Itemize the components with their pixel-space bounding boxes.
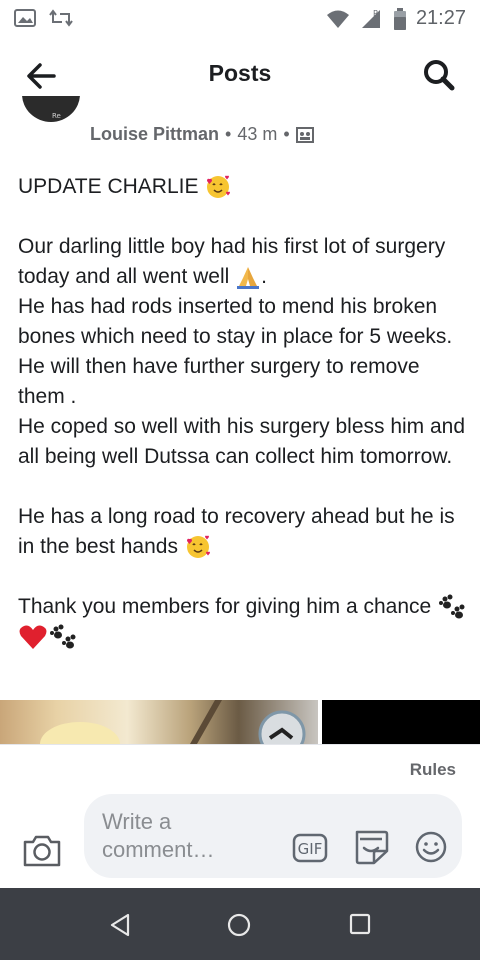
clock-time: 21:27 (415, 7, 466, 29)
divider (0, 744, 480, 745)
post-paragraph: Our darling little boy had his first lot… (18, 232, 468, 292)
author-name[interactable]: Louise Pittman (90, 124, 219, 145)
post-photo[interactable] (322, 700, 480, 744)
post-photos (0, 700, 480, 744)
red-heart-icon (19, 625, 47, 650)
post-paragraph: UPDATE CHARLIE (18, 172, 468, 202)
camera-icon[interactable] (22, 832, 62, 868)
paw-prints-icon (439, 594, 465, 619)
gif-button[interactable]: GIF (292, 832, 328, 864)
page-title: Posts (208, 60, 272, 86)
nav-back-icon[interactable] (108, 912, 134, 938)
nav-recent-apps-icon[interactable] (348, 912, 372, 936)
smiling-face-with-hearts-icon (186, 536, 210, 559)
group-icon (295, 126, 314, 143)
post-paragraph: He has a long road to recovery ahead but… (18, 502, 468, 562)
folded-hands-icon (237, 267, 260, 290)
nav-home-icon[interactable] (226, 912, 252, 938)
battery-icon (393, 7, 406, 30)
retweet-icon (49, 9, 73, 27)
separator-dot: • (225, 124, 232, 144)
post-body: UPDATE CHARLIE Our darling little boy ha… (18, 172, 468, 652)
rules-link[interactable]: Rules (410, 760, 456, 780)
comment-input[interactable]: Write a comment… (102, 808, 252, 864)
post-paragraph: He has had rods inserted to mend his bro… (18, 295, 453, 408)
signal-icon: R (361, 9, 380, 28)
post-paragraph: He coped so well with his surgery bless … (18, 415, 466, 468)
post-author-row: Louise Pittman • 43 m • (90, 124, 314, 145)
status-bar: R 21:27 (0, 0, 480, 38)
post-photo[interactable] (0, 700, 318, 744)
post-time[interactable]: 43 m (237, 124, 277, 145)
avatar[interactable]: Re (22, 96, 80, 124)
separator-dot: • (283, 124, 290, 144)
gif-label: GIF (298, 840, 323, 858)
svg-text:Re: Re (52, 112, 61, 120)
sticker-icon[interactable] (352, 828, 390, 866)
system-nav-bar (0, 888, 480, 960)
svg-text:R: R (373, 9, 379, 18)
post-paragraph: Thank you members for giving him a chanc… (18, 592, 468, 652)
emoji-icon[interactable] (414, 830, 448, 864)
smiling-face-with-hearts-icon (207, 176, 231, 199)
wifi-icon (326, 10, 349, 28)
paw-prints-icon (50, 624, 76, 649)
search-icon[interactable] (422, 58, 456, 92)
comment-composer[interactable]: Write a comment… GIF (84, 794, 462, 878)
gallery-icon (14, 9, 36, 27)
